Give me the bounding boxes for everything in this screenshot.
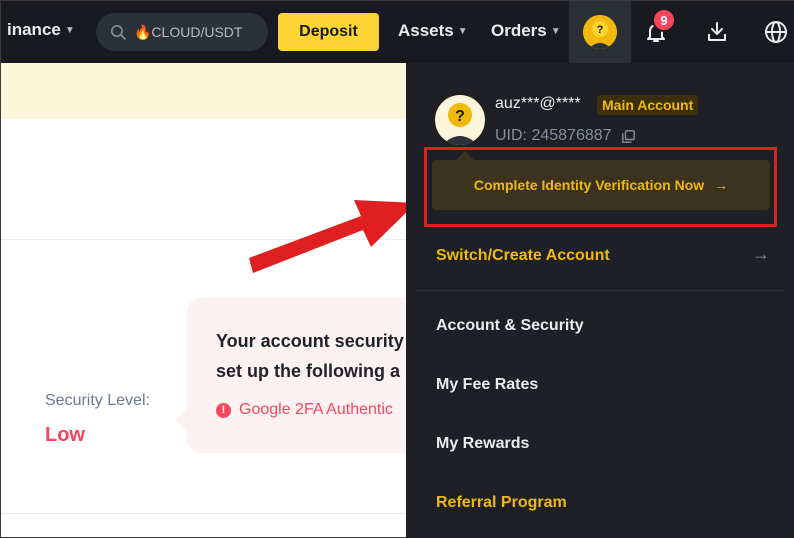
- profile-dropdown: ? auz***@**** Main Account UID: 24587688…: [406, 63, 794, 538]
- download-icon[interactable]: [703, 18, 731, 46]
- warning-icon: !: [216, 402, 231, 418]
- search-bar[interactable]: [96, 13, 268, 51]
- caret-down-icon: ▼: [457, 25, 468, 37]
- tooltip-heading-line1: Your account security: [216, 331, 404, 351]
- nav-orders-label: Orders: [491, 21, 547, 40]
- security-level-value: Low: [45, 424, 85, 446]
- search-icon: [110, 24, 126, 40]
- tooltip-heading-line2: set up the following a: [216, 361, 400, 381]
- globe-icon[interactable]: [762, 18, 790, 46]
- switch-create-account-link[interactable]: Switch/Create Account: [436, 247, 610, 265]
- account-uid: UID: 245876887: [495, 127, 635, 145]
- svg-text:?: ?: [597, 24, 604, 36]
- menu-item-rewards[interactable]: My Rewards: [436, 435, 529, 453]
- arrow-right-icon: →: [752, 244, 770, 264]
- menu-item-account-security[interactable]: Account & Security: [436, 317, 584, 335]
- caret-down-icon: ▼: [550, 25, 561, 37]
- menu-item-fee-rates[interactable]: My Fee Rates: [436, 376, 538, 394]
- menu-divider: [416, 290, 785, 291]
- google-2fa-warning[interactable]: ! Google 2FA Authentic: [216, 401, 393, 419]
- section-divider: [1, 513, 406, 514]
- top-navigation-bar: inance ▼ Deposit Assets ▼ Orders ▼ ? 9: [1, 1, 794, 63]
- security-level-label: Security Level:: [45, 392, 150, 409]
- avatar-icon: ?: [435, 95, 485, 145]
- svg-text:?: ?: [455, 108, 465, 125]
- search-input[interactable]: [134, 24, 254, 40]
- caret-down-icon: ▼: [64, 24, 75, 36]
- annotation-highlight-box: [424, 147, 777, 227]
- main-account-badge: Main Account: [597, 95, 699, 115]
- notification-count-badge: 9: [652, 8, 676, 32]
- account-email: auz***@****: [495, 95, 581, 112]
- annotation-arrow: [249, 200, 416, 273]
- google-2fa-warning-text: Google 2FA Authentic: [239, 401, 393, 418]
- copy-icon[interactable]: [621, 129, 635, 143]
- deposit-button[interactable]: Deposit: [278, 13, 379, 51]
- avatar-icon: ?: [583, 15, 617, 49]
- nav-finance-label: inance: [7, 20, 61, 39]
- account-uid-text: UID: 245876887: [495, 127, 612, 144]
- nav-orders-menu[interactable]: Orders ▼: [491, 21, 561, 41]
- nav-assets-label: Assets: [398, 21, 454, 40]
- profile-menu-button[interactable]: ?: [569, 1, 631, 63]
- nav-assets-menu[interactable]: Assets ▼: [398, 21, 468, 41]
- nav-finance-menu[interactable]: inance ▼: [7, 20, 75, 40]
- menu-item-referral-program[interactable]: Referral Program: [436, 494, 567, 512]
